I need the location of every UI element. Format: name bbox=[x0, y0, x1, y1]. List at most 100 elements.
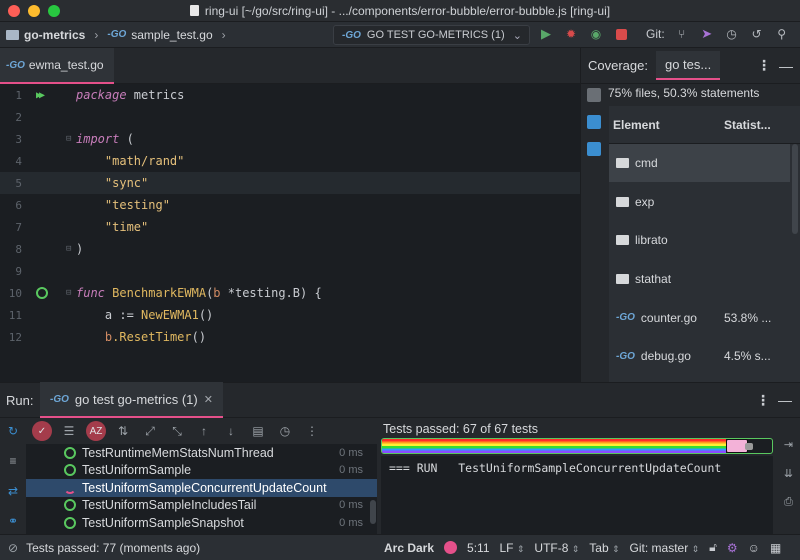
more-options-icon[interactable]: ⋮ bbox=[757, 57, 771, 74]
test-passed-icon bbox=[64, 464, 76, 477]
stop-button[interactable] bbox=[613, 26, 629, 42]
fold-icon[interactable]: ⊟ bbox=[66, 244, 76, 254]
test-row[interactable]: TestUniformSampleIncludesTail 0 ms bbox=[26, 497, 377, 515]
column-element[interactable]: Element bbox=[609, 118, 724, 132]
expand-all-icon[interactable] bbox=[587, 115, 601, 129]
test-passed-icon[interactable] bbox=[36, 287, 48, 299]
test-row[interactable]: TestUniformSampleSnapshot 0 ms bbox=[26, 514, 377, 532]
toggle-auto-test-icon[interactable]: ⇄ bbox=[8, 484, 18, 498]
sort-alphabetically-icon[interactable]: AZ bbox=[86, 421, 106, 441]
debug-icon[interactable]: ✹ bbox=[563, 26, 579, 42]
code-line: 11 a := NewEWMA1() bbox=[0, 304, 580, 326]
test-row[interactable]: TestUniformSample 0 ms bbox=[26, 462, 377, 480]
run-configuration-select[interactable]: -GO GO TEST GO-METRICS (1) ⌄ bbox=[333, 25, 530, 45]
run-with-coverage-icon[interactable]: ◉ bbox=[588, 26, 604, 42]
more-options-icon[interactable]: ⋮ bbox=[302, 421, 322, 441]
coverage-tab[interactable]: go tes... bbox=[655, 51, 721, 80]
file-encoding[interactable]: UTF-8 ⇕ bbox=[534, 541, 579, 555]
collapse-all-icon[interactable] bbox=[587, 142, 601, 156]
rerun-failed-icon[interactable]: ≡ bbox=[9, 454, 16, 468]
test-name: TestUniformSampleConcurrentUpdateCount bbox=[82, 480, 327, 495]
caret-position[interactable]: 5:11 bbox=[467, 541, 489, 555]
coverage-scrollbar[interactable] bbox=[792, 144, 798, 234]
hide-panel-icon[interactable]: — bbox=[778, 392, 792, 408]
progress-fill bbox=[382, 439, 726, 453]
tab-ewma-test[interactable]: -GO ewma_test.go bbox=[0, 48, 114, 84]
sort-by-duration-icon[interactable]: ⇅ bbox=[113, 421, 133, 441]
test-history-icon[interactable]: ◷ bbox=[275, 421, 295, 441]
run-test-icon[interactable]: ▶▶ bbox=[36, 90, 45, 101]
folder-up-icon[interactable] bbox=[587, 88, 601, 102]
coverage-row[interactable]: cmd bbox=[609, 144, 800, 183]
export-results-icon[interactable]: ▤ bbox=[248, 421, 268, 441]
coverage-row[interactable]: -GO counter.go 53.8% ... bbox=[609, 298, 800, 337]
coverage-row[interactable]: stathat bbox=[609, 260, 800, 299]
soft-wrap-icon[interactable]: ⇥ bbox=[784, 438, 793, 451]
test-running-icon bbox=[64, 482, 76, 494]
line-number: 4 bbox=[15, 154, 22, 168]
inspector-icon[interactable]: ☺ bbox=[748, 541, 760, 555]
link-icon[interactable]: ⚭ bbox=[8, 514, 18, 528]
run-icon[interactable]: ▶ bbox=[538, 26, 554, 42]
vcs-history-icon[interactable]: ◷ bbox=[724, 26, 740, 42]
tool-windows-icon[interactable]: ⊘ bbox=[8, 541, 18, 555]
code-line: 9 bbox=[0, 260, 580, 282]
code-string: "math/rand" bbox=[104, 154, 185, 168]
vcs-update-icon[interactable]: ⑂ bbox=[674, 26, 690, 42]
coverage-row[interactable]: exp bbox=[609, 183, 800, 222]
show-ignored-icon[interactable]: ☰ bbox=[59, 421, 79, 441]
git-branch[interactable]: Git: master ⇕ bbox=[630, 541, 700, 555]
zoom-window-button[interactable] bbox=[48, 5, 60, 17]
search-everywhere-icon[interactable]: ⚲ bbox=[774, 26, 790, 42]
coverage-row[interactable]: -GO debug.go 4.5% s... bbox=[609, 337, 800, 376]
updown-icon: ⇕ bbox=[691, 543, 700, 554]
rerun-icon[interactable]: ↻ bbox=[8, 424, 18, 438]
code-line: 3 ⊟ import ( bbox=[0, 128, 580, 150]
expand-all-icon[interactable]: ⤢ bbox=[140, 421, 160, 441]
test-row[interactable]: TestRuntimeMemStatsNumThread 0 ms bbox=[26, 444, 377, 462]
fold-icon[interactable]: ⊟ bbox=[66, 288, 76, 298]
line-number: 5 bbox=[15, 176, 22, 190]
hide-panel-icon[interactable]: — bbox=[779, 58, 793, 74]
show-passed-icon[interactable]: ✓ bbox=[32, 421, 52, 441]
vcs-rollback-icon[interactable]: ↺ bbox=[749, 26, 765, 42]
line-separator[interactable]: LF ⇕ bbox=[500, 541, 525, 555]
print-icon[interactable]: ⎙ bbox=[784, 496, 793, 509]
chevron-right-icon: › bbox=[221, 27, 226, 42]
folder-icon bbox=[616, 274, 629, 285]
collapse-all-icon[interactable]: ⤡ bbox=[167, 421, 187, 441]
console-output[interactable]: === RUN TestUniformSampleConcurrentUpdat… bbox=[381, 456, 773, 534]
theme-name[interactable]: Arc Dark bbox=[384, 541, 434, 555]
close-window-button[interactable] bbox=[8, 5, 20, 17]
gear-icon[interactable]: ⚙ bbox=[727, 541, 738, 555]
scroll-to-end-icon[interactable]: ⇊ bbox=[784, 467, 793, 480]
code-editor[interactable]: 1 ▶▶ package metrics 2 3 ⊟ import ( 4 "m… bbox=[0, 84, 580, 382]
breadcrumb-file[interactable]: sample_test.go bbox=[131, 28, 212, 42]
previous-failed-icon[interactable]: ↑ bbox=[194, 421, 214, 441]
lock-icon[interactable]: 🔓︎ bbox=[709, 540, 717, 555]
breadcrumb-project[interactable]: go-metrics bbox=[24, 28, 85, 42]
tests-scrollbar[interactable] bbox=[370, 500, 376, 524]
coverage-element-name: counter.go bbox=[640, 310, 697, 325]
coverage-stat: 4.5% s... bbox=[724, 349, 771, 364]
memory-icon[interactable]: ▦ bbox=[770, 541, 781, 555]
column-statistics[interactable]: Statist... bbox=[724, 118, 771, 132]
minimize-window-button[interactable] bbox=[28, 5, 40, 17]
coverage-row[interactable]: librato bbox=[609, 221, 800, 260]
code-string: "time" bbox=[104, 220, 149, 234]
more-options-icon[interactable]: ⋮ bbox=[756, 392, 770, 409]
console-side-toolbar: ⇥ ⇊ ⎙ bbox=[777, 418, 800, 538]
go-file-icon: -GO bbox=[107, 29, 127, 40]
close-icon[interactable]: ✕ bbox=[204, 393, 213, 406]
tab-go-test-run[interactable]: -GO go test go-metrics (1) ✕ bbox=[40, 382, 223, 418]
code-text: ) bbox=[76, 242, 84, 256]
test-duration: 0 ms bbox=[339, 446, 363, 459]
next-failed-icon[interactable]: ↓ bbox=[221, 421, 241, 441]
test-name: TestUniformSampleSnapshot bbox=[82, 515, 244, 530]
test-passed-icon bbox=[64, 446, 76, 459]
vcs-push-icon[interactable]: ➤ bbox=[699, 26, 715, 42]
fold-icon[interactable]: ⊟ bbox=[66, 134, 76, 144]
coverage-table: Element Statist... cmd exp librato stath… bbox=[609, 106, 800, 382]
indent-setting[interactable]: Tab ⇕ bbox=[589, 541, 619, 555]
test-row-selected[interactable]: TestUniformSampleConcurrentUpdateCount bbox=[26, 479, 377, 497]
